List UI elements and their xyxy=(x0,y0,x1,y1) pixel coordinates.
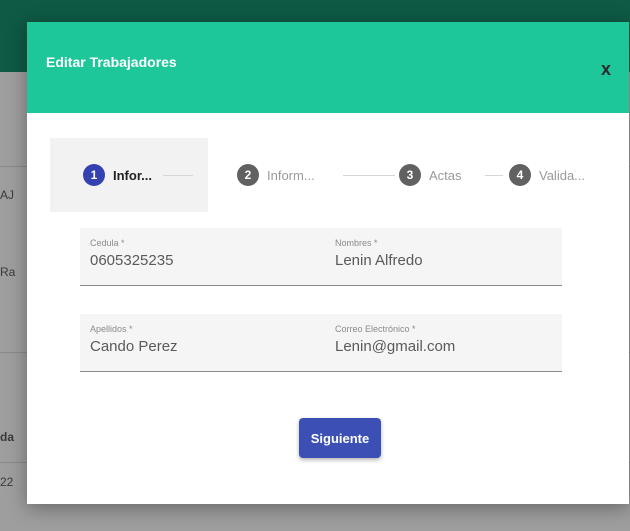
step-label: Actas xyxy=(429,167,462,183)
step-1[interactable]: 1 Infor... xyxy=(83,163,152,187)
edit-workers-dialog: Editar Trabajadores x 1 Infor... 2 Infor… xyxy=(27,22,629,504)
nombres-field[interactable]: Nombres * xyxy=(325,228,562,286)
step-number-badge: 1 xyxy=(83,164,105,186)
step-3[interactable]: 3 Actas xyxy=(399,163,462,187)
cedula-field[interactable]: Cedula * xyxy=(80,228,325,286)
apellidos-label: Apellidos * xyxy=(90,324,133,334)
correo-field[interactable]: Correo Electrónico * xyxy=(325,314,562,372)
step-2[interactable]: 2 Inform... xyxy=(237,163,315,187)
background-text: AJ xyxy=(0,188,15,202)
step-number-badge: 4 xyxy=(509,164,531,186)
next-button[interactable]: Siguiente xyxy=(299,418,381,458)
step-connector xyxy=(343,175,395,176)
correo-input[interactable] xyxy=(335,338,545,355)
apellidos-field[interactable]: Apellidos * xyxy=(80,314,325,372)
step-4[interactable]: 4 Valida... xyxy=(509,163,585,187)
stepper: 1 Infor... 2 Inform... 3 Actas 4 Valida.… xyxy=(50,138,610,212)
step-number-badge: 2 xyxy=(237,164,259,186)
correo-label: Correo Electrónico * xyxy=(335,324,416,334)
background-text: Ra xyxy=(0,265,16,279)
step-label: Inform... xyxy=(267,167,315,183)
cedula-input[interactable] xyxy=(90,252,300,269)
dialog-header: Editar Trabajadores x xyxy=(27,22,629,113)
background-text: 22 xyxy=(0,475,14,489)
step-connector xyxy=(163,175,193,176)
step-connector xyxy=(485,175,503,176)
nombres-input[interactable] xyxy=(335,252,545,269)
background-text: da xyxy=(0,430,15,444)
step-number-badge: 3 xyxy=(399,164,421,186)
apellidos-input[interactable] xyxy=(90,338,300,355)
dialog-title: Editar Trabajadores xyxy=(46,54,177,70)
cedula-label: Cedula * xyxy=(90,238,125,248)
nombres-label: Nombres * xyxy=(335,238,378,248)
step-label: Infor... xyxy=(113,167,152,183)
close-icon[interactable]: x xyxy=(597,60,615,78)
step-label: Valida... xyxy=(539,167,586,183)
